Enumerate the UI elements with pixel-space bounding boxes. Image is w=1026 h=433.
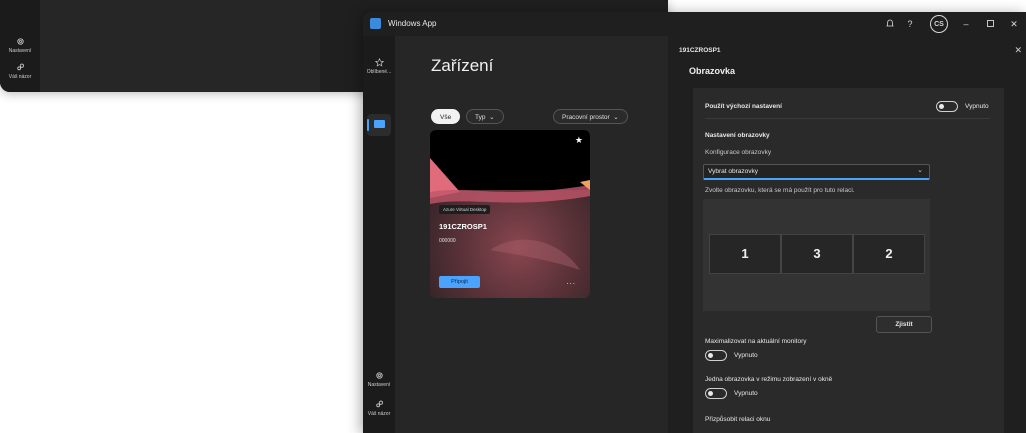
people-icon: [375, 400, 383, 408]
rail-devices[interactable]: [367, 114, 391, 136]
maximize-toggle[interactable]: [705, 350, 727, 361]
fit-session-label: Přizpůsobit relaci oknu: [705, 416, 771, 423]
toggle-knob: [939, 104, 944, 109]
toggle-knob: [708, 391, 713, 396]
rail-settings[interactable]: Nastavení: [363, 371, 395, 388]
device-card-artwork: [430, 130, 590, 298]
chevron-down-icon: ⌄: [611, 114, 619, 121]
maximize-state: Vypnuto: [734, 352, 758, 359]
avatar[interactable]: CS: [930, 15, 948, 33]
display-settings-heading: Nastavení obrazovky: [705, 132, 770, 139]
close-window-icon[interactable]: ✕: [1007, 15, 1021, 33]
panel-device-name: 191CZROSP1: [679, 47, 721, 54]
maximize-icon[interactable]: [983, 15, 997, 33]
gear-icon: [16, 38, 24, 45]
screen-tile[interactable]: 1: [709, 234, 781, 274]
active-indicator: [367, 119, 369, 131]
filter-all[interactable]: Vše: [431, 109, 461, 124]
background-content-area: [40, 0, 320, 92]
gear-icon: [375, 372, 383, 379]
filter-workspace-label: Pracovní prostor: [562, 114, 610, 121]
display-config-value: Vybrat obrazovky: [708, 168, 758, 175]
app-logo-icon: [370, 18, 381, 29]
device-subtitle: 000000: [439, 238, 456, 244]
monitor-icon: [374, 120, 385, 128]
choose-display-hint: Zvolte obrazovku, která se má použít pro…: [705, 187, 855, 194]
display-config-select[interactable]: Vybrat obrazovky ⌄: [703, 164, 930, 180]
rail-favorites-label: Oblíbené...: [366, 69, 392, 75]
detect-button[interactable]: Zjistit: [876, 316, 932, 333]
favorite-star-icon[interactable]: ★: [575, 135, 583, 146]
minimize-icon[interactable]: –: [959, 15, 973, 33]
rail-feedback-label: Váš názor: [367, 411, 391, 417]
toggle-knob: [708, 353, 713, 358]
background-rail-settings[interactable]: Nastavení: [0, 37, 40, 54]
screen-tile[interactable]: 3: [781, 234, 853, 274]
maximize-label: Maximalizovat na aktuální monitory: [705, 338, 807, 345]
device-type-tag: Azure Virtual Desktop: [439, 205, 491, 214]
device-name: 191CZROSP1: [439, 222, 487, 231]
device-card[interactable]: ★ Azure Virtual Desktop 191CZROSP1 00000…: [430, 130, 590, 298]
use-default-label: Použít výchozí nastavení: [705, 103, 782, 110]
single-window-state: Vypnuto: [734, 390, 758, 397]
filter-type-label: Typ: [475, 114, 486, 121]
star-outline-icon: [374, 58, 384, 67]
people-icon: [16, 63, 24, 71]
background-side-rail: Nastavení Váš názor: [0, 0, 40, 92]
help-icon[interactable]: ?: [903, 15, 917, 33]
page-title: Zařízení: [431, 56, 494, 75]
side-rail: Oblíbené... Nastavení Váš názor: [363, 36, 395, 433]
more-options-button[interactable]: ...: [566, 277, 576, 286]
background-rail-feedback[interactable]: Váš názor: [0, 63, 40, 80]
rail-settings-label: Nastavení: [367, 382, 391, 388]
filter-all-label: Vše: [440, 114, 452, 121]
filter-workspace[interactable]: Pracovní prostor ⌄: [553, 109, 628, 124]
use-default-state: Vypnuto: [965, 103, 989, 110]
rail-favorites[interactable]: Oblíbené...: [363, 58, 395, 75]
window-title: Windows App: [388, 19, 437, 28]
chevron-down-icon: ⌄: [917, 167, 923, 174]
close-panel-icon[interactable]: ✕: [1014, 45, 1022, 56]
background-rail-settings-label: Nastavení: [8, 48, 32, 54]
screen-tile[interactable]: 2: [853, 234, 925, 274]
single-window-label: Jedna obrazovka v režimu zobrazení v okn…: [705, 376, 833, 383]
chevron-down-icon: ⌄: [487, 114, 495, 121]
windows-app-window: Windows App ? CS – ✕ Oblíbené... Nastave…: [363, 12, 1026, 433]
title-bar[interactable]: Windows App ? CS – ✕: [363, 12, 1026, 36]
filter-type[interactable]: Typ ⌄: [466, 109, 504, 124]
display-config-label: Konfigurace obrazovky: [705, 149, 772, 156]
single-window-toggle[interactable]: [705, 388, 727, 399]
divider: [705, 118, 990, 119]
use-default-toggle[interactable]: [936, 101, 958, 112]
rail-feedback[interactable]: Váš názor: [363, 400, 395, 417]
background-rail-feedback-label: Váš názor: [8, 74, 32, 80]
panel-section-title: Obrazovka: [689, 66, 736, 76]
connect-button[interactable]: Připojit: [439, 276, 480, 288]
bell-icon[interactable]: [883, 15, 897, 33]
